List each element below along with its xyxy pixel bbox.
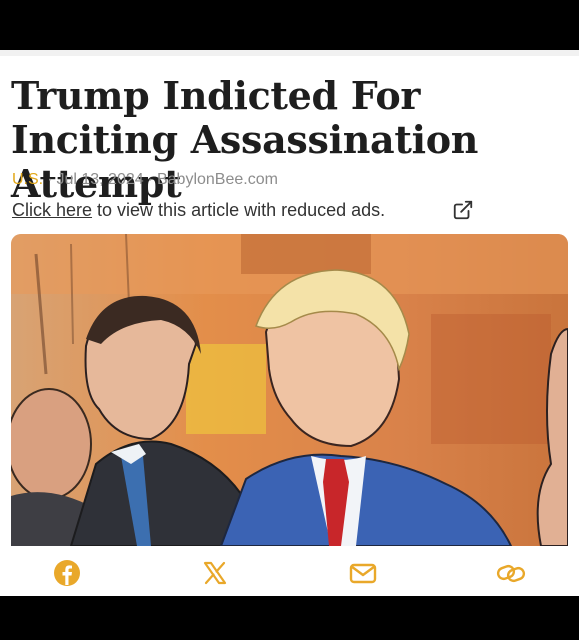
article-card: Trump Indicted For Inciting Assassinatio… xyxy=(0,50,579,596)
courtroom-sketch-illustration xyxy=(11,234,568,546)
card-divider xyxy=(0,50,579,56)
external-link-icon[interactable] xyxy=(452,199,474,221)
reduced-ads-notice: Click here to view this article with red… xyxy=(12,200,385,221)
link-icon[interactable] xyxy=(496,558,526,588)
article-meta: U.S. · Jul 13, 2024 · BabylonBee.com xyxy=(12,171,278,189)
reduced-ads-link[interactable]: Click here xyxy=(12,200,92,220)
bottom-black-bar xyxy=(0,596,579,640)
x-icon[interactable] xyxy=(200,558,230,588)
hero-image xyxy=(11,234,568,546)
meta-separator: · xyxy=(47,171,53,188)
email-icon[interactable] xyxy=(348,558,378,588)
share-bar xyxy=(0,548,579,596)
meta-separator: · xyxy=(147,171,153,188)
section-link[interactable]: U.S. xyxy=(12,171,43,188)
reduced-ads-text: to view this article with reduced ads. xyxy=(92,200,386,220)
top-black-bar xyxy=(0,0,579,50)
facebook-icon[interactable] xyxy=(52,558,82,588)
article-date: Jul 13, 2024 xyxy=(56,171,144,188)
article-source: BabylonBee.com xyxy=(156,171,278,188)
